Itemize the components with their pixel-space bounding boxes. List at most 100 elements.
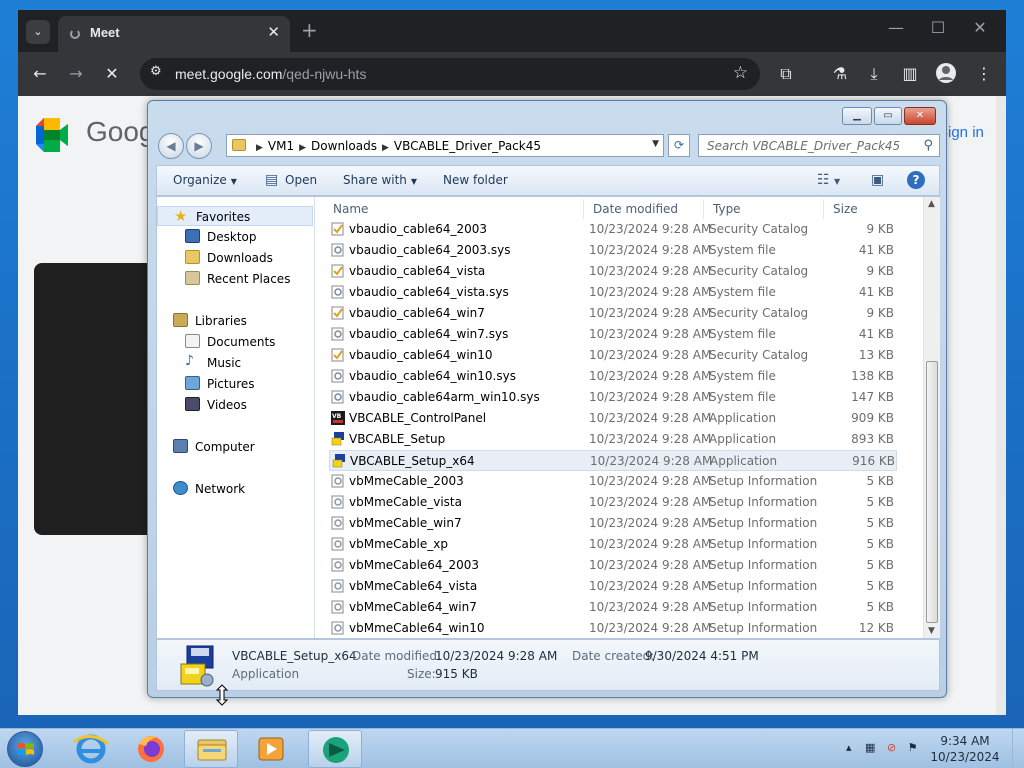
extensions-icon[interactable]: ⧉ (774, 62, 798, 86)
firefox-taskbar-icon[interactable] (124, 730, 178, 768)
search-icon[interactable]: ⚲ (923, 138, 933, 153)
breadcrumb-downloads[interactable]: Downloads (311, 139, 377, 153)
stop-button[interactable]: ✕ (100, 62, 124, 86)
bookmark-star-icon[interactable]: ☆ (733, 63, 748, 83)
action-center-flag-icon[interactable]: ⚑ (908, 741, 918, 754)
forward-button[interactable]: → (64, 62, 88, 86)
file-row[interactable]: VB VBCABLE_ControlPanel 10/23/2024 9:28 AM… (329, 408, 897, 429)
taskbar-clock[interactable]: 9:34 AM 10/23/2024 (920, 733, 1010, 765)
file-row[interactable]: vbaudio_cable64_vista.sys 10/23/2024 9:28… (329, 282, 897, 303)
scroll-up-arrow-icon[interactable]: ▲ (928, 199, 935, 209)
open-button[interactable]: Open (285, 173, 317, 187)
nav-libraries[interactable]: Libraries (157, 311, 313, 331)
file-row[interactable]: vbaudio_cable64_win7 10/23/2024 9:28 AM Se… (329, 303, 897, 324)
explorer-search-input[interactable]: Search VBCABLE_Driver_Pack45 ⚲ (698, 134, 940, 157)
file-name: vbMmeCable64_win7 (349, 600, 477, 614)
address-bar[interactable]: ⚙ meet.google.com/qed-njwu-hts ☆ (140, 58, 760, 90)
file-row[interactable]: VBCABLE_Setup 10/23/2024 9:28 AM Applicati… (329, 429, 897, 450)
maximize-button[interactable]: ☐ (918, 18, 958, 37)
column-divider[interactable] (823, 199, 824, 219)
new-tab-button[interactable]: + (301, 18, 318, 42)
file-row[interactable]: vbMmeCable64_win7 10/23/2024 9:28 AM Setup… (329, 597, 897, 618)
explorer-close-button[interactable]: ✕ (904, 107, 936, 125)
file-row[interactable]: vbaudio_cable64arm_win10.sys 10/23/2024 9… (329, 387, 897, 408)
file-row[interactable]: vbaudio_cable64_2003 10/23/2024 9:28 AM Se… (329, 219, 897, 240)
column-divider[interactable] (583, 199, 584, 219)
internet-explorer-taskbar-icon[interactable] (64, 730, 118, 768)
file-type: Application (709, 411, 777, 425)
nav-desktop[interactable]: Desktop (157, 227, 313, 247)
nav-documents[interactable]: Documents (157, 332, 313, 352)
file-row[interactable]: vbMmeCable_2003 10/23/2024 9:28 AM Setup I… (329, 471, 897, 492)
explorer-minimize-button[interactable]: ▁ (842, 107, 872, 125)
nav-recent-places[interactable]: Recent Places (157, 269, 313, 289)
breadcrumb-driver-pack[interactable]: VBCABLE_Driver_Pack45 (394, 139, 541, 153)
tray-expand-icon[interactable]: ▴ (846, 741, 852, 754)
address-dropdown-icon[interactable]: ▼ (652, 139, 659, 149)
media-player-taskbar-icon[interactable] (244, 730, 298, 768)
nav-favorites[interactable]: ★ Favorites (157, 206, 313, 226)
breadcrumb-vm1[interactable]: VM1 (268, 139, 294, 153)
share-with-button[interactable]: Share with ▼ (343, 173, 417, 187)
column-type-header[interactable]: Type (713, 202, 741, 216)
file-row[interactable]: vbMmeCable64_2003 10/23/2024 9:28 AM Setup… (329, 555, 897, 576)
tab-meet[interactable]: Meet ✕ (58, 16, 290, 52)
minimize-button[interactable]: — (876, 18, 916, 37)
nav-computer[interactable]: Computer (157, 437, 313, 457)
file-row[interactable]: vbMmeCable_vista 10/23/2024 9:28 AM Setup … (329, 492, 897, 513)
scrollbar-thumb[interactable] (926, 361, 938, 623)
file-row[interactable]: vbaudio_cable64_2003.sys 10/23/2024 9:28 … (329, 240, 897, 261)
start-button[interactable] (7, 731, 43, 767)
site-info-icon[interactable]: ⚙ (150, 64, 162, 79)
profile-avatar-icon[interactable] (934, 62, 958, 86)
back-button[interactable]: ← (28, 62, 52, 86)
scroll-down-arrow-icon[interactable]: ▼ (928, 626, 935, 636)
column-divider[interactable] (703, 199, 704, 219)
forward-arrow-icon[interactable]: ▶ (186, 133, 212, 159)
nav-pictures[interactable]: Pictures (157, 374, 313, 394)
nav-videos[interactable]: Videos (157, 395, 313, 415)
volume-muted-icon[interactable]: ⊘ (887, 741, 896, 754)
file-date: 10/23/2024 9:28 AM (589, 579, 712, 593)
file-row[interactable]: vbaudio_cable64_win10 10/23/2024 9:28 AM S… (329, 345, 897, 366)
nav-network[interactable]: Network (157, 479, 313, 499)
column-date-header[interactable]: Date modified (593, 202, 678, 216)
explorer-address-bar[interactable]: ▶ VM1 ▶ Downloads ▶ VBCABLE_Driver_Pack45 ▼ (226, 134, 664, 157)
file-list-scrollbar[interactable]: ▲ ▼ (923, 197, 940, 638)
new-folder-button[interactable]: New folder (443, 173, 508, 187)
file-row[interactable]: vbaudio_cable64_win7.sys 10/23/2024 9:28 … (329, 324, 897, 345)
download-icon[interactable]: ⤓ (862, 62, 886, 86)
meet-app-taskbar-icon[interactable] (308, 730, 362, 768)
preview-pane-icon[interactable]: ▣ (871, 172, 884, 188)
help-icon[interactable]: ? (907, 171, 925, 189)
nav-downloads[interactable]: Downloads (157, 248, 313, 268)
tab-close-button[interactable]: ✕ (267, 23, 280, 41)
column-size-header[interactable]: Size (833, 202, 858, 216)
page-scrollbar[interactable] (996, 96, 1006, 715)
explorer-window: ▁ ▭ ✕ ◀ ▶ ▶ VM1 ▶ Downloads ▶ VBCABLE_Driver_… (147, 100, 947, 698)
file-row[interactable]: vbMmeCable64_win10 10/23/2024 9:28 AM Setu… (329, 618, 897, 639)
labs-flask-icon[interactable]: ⚗ (828, 62, 852, 86)
show-desktop-button[interactable] (1012, 729, 1024, 768)
network-status-icon[interactable]: ▦ (865, 741, 875, 754)
resize-cursor-icon (216, 684, 228, 706)
file-row[interactable]: vbMmeCable_win7 10/23/2024 9:28 AM Setup I… (329, 513, 897, 534)
organize-button[interactable]: Organize ▼ (173, 173, 237, 187)
view-options-icon[interactable]: ☷ ▼ (817, 172, 840, 188)
menu-kebab-icon[interactable]: ⋮ (972, 62, 996, 86)
window-close-button[interactable]: ✕ (960, 18, 1000, 37)
column-name-header[interactable]: Name (333, 202, 368, 216)
file-row[interactable]: vbaudio_cable64_vista 10/23/2024 9:28 AM S… (329, 261, 897, 282)
side-panel-icon[interactable]: ▥ (898, 62, 922, 86)
explorer-taskbar-icon[interactable] (184, 730, 238, 768)
nav-music[interactable]: ♪ Music (157, 353, 313, 373)
refresh-icon[interactable]: ⟳ (668, 134, 690, 157)
file-row[interactable]: VBCABLE_Setup_x64 10/23/2024 9:28 AM Appli… (329, 450, 897, 471)
file-row[interactable]: vbMmeCable_xp 10/23/2024 9:28 AM Setup Inf… (329, 534, 897, 555)
file-sys-icon (331, 285, 345, 299)
tab-search-button[interactable]: ⌄ (26, 20, 50, 44)
file-row[interactable]: vbaudio_cable64_win10.sys 10/23/2024 9:28… (329, 366, 897, 387)
explorer-maximize-button[interactable]: ▭ (874, 107, 902, 125)
file-row[interactable]: vbMmeCable64_vista 10/23/2024 9:28 AM Setu… (329, 576, 897, 597)
back-arrow-icon[interactable]: ◀ (158, 133, 184, 159)
